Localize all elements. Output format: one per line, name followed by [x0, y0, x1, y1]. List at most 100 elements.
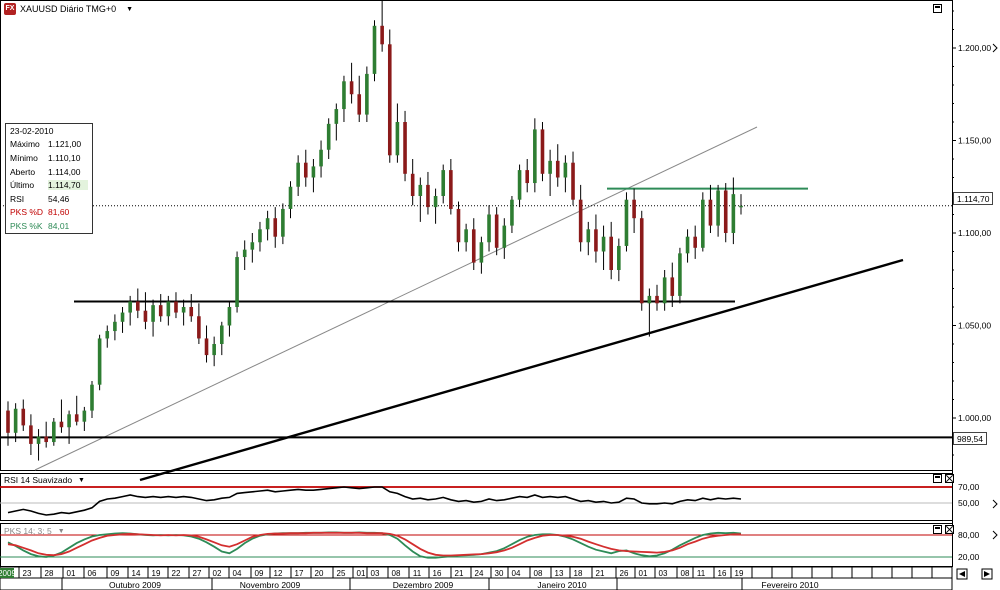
- month-label: Dezembro 2009: [393, 580, 454, 590]
- candle-body: [494, 214, 499, 248]
- candle-body: [174, 301, 178, 313]
- candle-body: [319, 149, 323, 167]
- info-label: Máximo: [10, 139, 40, 150]
- candle-body: [151, 305, 155, 322]
- rsi-close-icon[interactable]: [945, 474, 954, 483]
- info-value: 81,60: [48, 207, 70, 218]
- candle-body: [624, 199, 629, 246]
- price-axis-label: 1.100,00: [958, 228, 991, 238]
- price-axis-label: 1.050,00: [958, 321, 991, 331]
- main-pane-border: [0, 0, 953, 471]
- candle-body: [67, 414, 71, 428]
- price-axis-label: 1.000,00: [958, 413, 991, 423]
- date-label: 26: [620, 569, 629, 578]
- date-label: 08: [392, 569, 401, 578]
- date-label: 30: [495, 569, 504, 578]
- date-label: 06: [88, 569, 97, 578]
- candle-body: [403, 122, 407, 174]
- pks-maximize-icon[interactable]: [933, 525, 942, 534]
- maximize-icon[interactable]: [933, 4, 942, 13]
- candle-body: [632, 199, 636, 219]
- candle-body: [372, 25, 377, 74]
- candle-body: [143, 310, 148, 322]
- fx-logo-icon: FX: [4, 3, 16, 15]
- month-label: Outubro 2009: [109, 580, 161, 590]
- candle-body: [533, 129, 537, 184]
- candle-body: [510, 199, 514, 226]
- rsi-line: [7, 486, 742, 516]
- date-label: 21: [455, 569, 464, 578]
- candle-body: [158, 305, 163, 317]
- chevron-down-icon[interactable]: ▼: [58, 528, 65, 535]
- date-label: 14: [132, 569, 141, 578]
- candle-body: [181, 307, 186, 313]
- candle-body: [250, 242, 255, 250]
- chevron-down-icon[interactable]: ▼: [78, 477, 85, 484]
- info-label: RSI: [10, 193, 25, 204]
- date-label: 09: [111, 569, 120, 578]
- date-label: 21: [596, 569, 605, 578]
- candle-body: [258, 229, 262, 243]
- date-label: 12: [274, 569, 283, 578]
- candle-body: [212, 344, 216, 356]
- date-label: 22: [172, 569, 181, 578]
- date-label: 2009: [0, 569, 16, 578]
- rsi-axis-label: 50,00: [958, 498, 980, 508]
- candle-body: [617, 245, 621, 270]
- date-label: 03: [371, 569, 380, 578]
- info-label: Mínimo: [10, 152, 38, 163]
- candle-body: [449, 170, 453, 209]
- candle-body: [120, 312, 125, 322]
- date-label: 17: [295, 569, 304, 578]
- candle-body: [13, 408, 18, 433]
- candle-body: [136, 301, 140, 311]
- candle-body: [693, 236, 697, 248]
- candle-body: [29, 425, 33, 444]
- candle-body: [662, 277, 667, 304]
- info-label: Aberto: [10, 166, 36, 177]
- candle-body: [387, 44, 392, 156]
- candle-body: [433, 196, 438, 208]
- candle-body: [6, 410, 10, 433]
- candle-body: [197, 316, 201, 339]
- candle-body: [113, 321, 117, 332]
- candle-body: [90, 384, 94, 411]
- candle-body: [708, 199, 713, 226]
- pks-close-icon[interactable]: [945, 525, 954, 534]
- price-axis-label: 1.200,00: [958, 43, 991, 53]
- candle-body: [303, 162, 308, 178]
- axis-arrow-icon: [992, 43, 998, 53]
- candle-body: [349, 81, 354, 95]
- info-value: 1.114,00: [48, 166, 81, 177]
- month-label: Janeiro 2010: [537, 580, 586, 590]
- info-row-max: Máximo 1.121,00: [6, 138, 92, 152]
- candle-body: [678, 253, 682, 296]
- candle-body: [410, 173, 415, 196]
- date-label: 25: [337, 569, 346, 578]
- chart-canvas[interactable]: 1.200,00 1.150,00 1.100,00 1.050,00 1.000,00…: [0, 0, 1000, 590]
- axis-arrow-icon: [992, 530, 998, 540]
- month-label: Novembro 2009: [240, 580, 301, 590]
- candle-body: [418, 184, 423, 196]
- candle-body: [128, 301, 132, 313]
- candle-body: [426, 184, 430, 208]
- info-value: 1.110,10: [48, 152, 81, 163]
- candle-body: [555, 160, 560, 178]
- date-label: 13: [555, 569, 564, 578]
- candle-body: [548, 160, 552, 174]
- candle-body: [273, 218, 278, 237]
- month-label: Fevereiro 2010: [761, 580, 818, 590]
- candle-body: [21, 408, 26, 426]
- chevron-down-icon[interactable]: ▼: [126, 6, 133, 13]
- info-label: Último: [10, 180, 35, 191]
- date-label: 19: [152, 569, 161, 578]
- rsi-maximize-icon[interactable]: [933, 474, 942, 483]
- candle-body: [36, 436, 41, 444]
- pks-pane-label: PKS 14; 3; 5 ▼: [4, 526, 65, 536]
- rsi-axis-label: 70,00: [958, 482, 980, 492]
- axis-arrow-icon: [992, 499, 998, 509]
- candle-body: [464, 229, 468, 243]
- candle-body: [189, 307, 194, 317]
- date-label: 02: [213, 569, 222, 578]
- info-label: PKS %K: [10, 220, 43, 231]
